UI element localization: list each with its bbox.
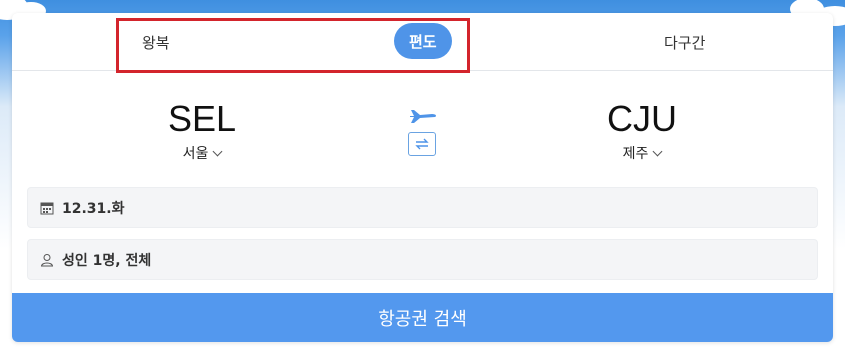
chevron-down-icon: [212, 146, 223, 157]
tab-roundtrip[interactable]: 왕복: [142, 13, 170, 71]
chevron-down-icon: [652, 146, 663, 157]
passenger-field[interactable]: 성인 1명, 전체: [27, 239, 818, 280]
person-icon: [40, 253, 54, 266]
route-selector: SEL 서울 CJU 제주: [12, 71, 833, 187]
swap-arrows-icon: [415, 138, 429, 150]
arrival-code: CJU: [607, 98, 677, 139]
departure-city-dropdown[interactable]: 서울: [132, 143, 272, 163]
arrival-city-label: 제주: [622, 146, 649, 162]
calendar-icon: [40, 202, 54, 214]
search-flights-button[interactable]: 항공권 검색: [12, 293, 833, 342]
arrival-airport[interactable]: CJU 제주: [572, 99, 712, 163]
airplane-icon: [410, 110, 436, 123]
departure-airport[interactable]: SEL 서울: [132, 99, 272, 163]
date-value: 12.31.화: [62, 200, 125, 217]
arrival-city-dropdown[interactable]: 제주: [572, 143, 712, 163]
trip-type-tabs: 왕복 편도 다구간: [12, 13, 833, 73]
date-field[interactable]: 12.31.화: [27, 187, 818, 228]
flight-search-card: 왕복 편도 다구간 SEL 서울 CJU 제주 12.31.화 성인 1명, 전…: [12, 13, 833, 342]
departure-code: SEL: [167, 98, 237, 139]
passenger-value: 성인 1명, 전체: [62, 252, 152, 269]
tab-oneway[interactable]: 편도: [394, 23, 452, 59]
tab-multicity[interactable]: 다구간: [664, 13, 705, 71]
departure-city-label: 서울: [182, 146, 209, 162]
swap-airports-button[interactable]: [408, 132, 436, 156]
